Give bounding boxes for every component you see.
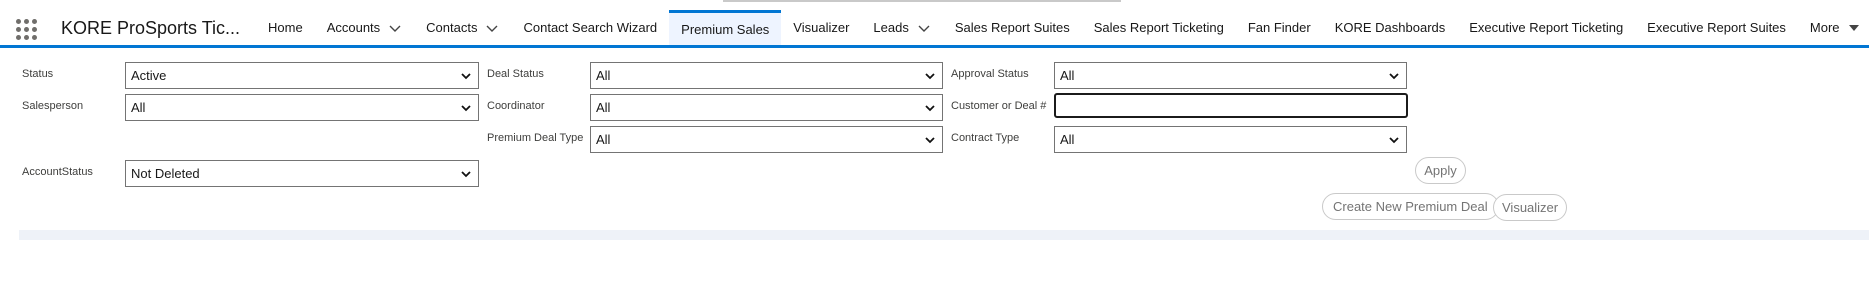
- tab-label: Contact Search Wizard: [523, 20, 658, 35]
- tab-kore-dashboards[interactable]: KORE Dashboards: [1323, 10, 1458, 45]
- tab-leads[interactable]: Leads: [861, 10, 942, 45]
- deal-status-select[interactable]: All: [590, 62, 943, 89]
- account-status-select[interactable]: Not Deleted: [125, 160, 479, 187]
- tab-label: Executive Report Ticketing: [1469, 20, 1624, 35]
- chevron-down-icon: [461, 171, 471, 178]
- tab-contacts[interactable]: Contacts: [414, 10, 511, 45]
- tab-label: More: [1809, 20, 1840, 35]
- chevron-down-icon[interactable]: [917, 21, 931, 35]
- deal-status-value: All: [596, 68, 611, 83]
- results-panel-top: [19, 230, 1869, 240]
- chevron-down-icon: [1389, 73, 1399, 80]
- premium-deal-type-value: All: [596, 132, 611, 147]
- tab-premium-sales[interactable]: Premium Sales: [669, 10, 782, 45]
- chevron-down-icon: [925, 137, 935, 144]
- tab-label: Fan Finder: [1247, 20, 1311, 35]
- chevron-down-icon: [461, 105, 471, 112]
- customer-or-deal-label: Customer or Deal #: [951, 100, 1047, 112]
- chevron-down-icon[interactable]: [485, 21, 499, 35]
- tab-contact-search-wizard[interactable]: Contact Search Wizard: [511, 10, 669, 45]
- app-launcher-icon[interactable]: [16, 19, 37, 40]
- coordinator-select[interactable]: All: [590, 94, 943, 121]
- global-nav-bar: KORE ProSports Tic... Home Accounts Cont…: [0, 0, 1869, 48]
- contract-type-label: Contract Type: [951, 132, 1020, 144]
- premium-deal-type-label: Premium Deal Type: [487, 132, 584, 144]
- premium-deal-type-select[interactable]: All: [590, 126, 943, 153]
- salesperson-label: Salesperson: [22, 100, 84, 112]
- tab-label: Sales Report Suites: [954, 20, 1070, 35]
- chevron-down-icon: [925, 73, 935, 80]
- status-label: Status: [22, 68, 54, 80]
- tab-executive-report-ticketing[interactable]: Executive Report Ticketing: [1457, 10, 1635, 45]
- tab-home[interactable]: Home: [256, 10, 315, 45]
- tab-more[interactable]: More: [1798, 10, 1869, 45]
- tab-label: Executive Report Suites: [1647, 20, 1786, 35]
- account-status-value: Not Deleted: [131, 166, 200, 181]
- tab-executive-report-suites[interactable]: Executive Report Suites: [1635, 10, 1798, 45]
- caret-down-icon: [1848, 24, 1859, 31]
- tab-label: KORE Dashboards: [1334, 20, 1446, 35]
- tab-label: Contacts: [426, 20, 478, 35]
- create-new-premium-deal-button[interactable]: Create New Premium Deal: [1322, 193, 1499, 220]
- account-status-label: AccountStatus: [22, 166, 93, 178]
- tab-fan-finder[interactable]: Fan Finder: [1236, 10, 1323, 45]
- app-name: KORE ProSports Tic...: [61, 18, 241, 38]
- approval-status-select[interactable]: All: [1054, 62, 1407, 89]
- coordinator-value: All: [596, 100, 611, 115]
- contract-type-value: All: [1060, 132, 1075, 147]
- tab-sales-report-suites[interactable]: Sales Report Suites: [943, 10, 1082, 45]
- chevron-down-icon: [925, 105, 935, 112]
- approval-status-value: All: [1060, 68, 1075, 83]
- status-value: Active: [131, 68, 167, 83]
- customer-or-deal-input[interactable]: [1054, 93, 1408, 118]
- approval-status-label: Approval Status: [951, 68, 1029, 80]
- nav-tabs: Home Accounts Contacts Contact Search Wi…: [256, 10, 1869, 45]
- tab-label: Visualizer: [793, 20, 850, 35]
- tab-label: Sales Report Ticketing: [1093, 20, 1224, 35]
- salesperson-value: All: [131, 100, 146, 115]
- chevron-down-icon: [1389, 137, 1399, 144]
- contract-type-select[interactable]: All: [1054, 126, 1407, 153]
- tab-accounts[interactable]: Accounts: [315, 10, 414, 45]
- tab-label: Leads: [873, 20, 909, 35]
- nav-notch: [723, 0, 1121, 2]
- chevron-down-icon: [461, 73, 471, 80]
- apply-button[interactable]: Apply: [1415, 157, 1466, 184]
- coordinator-label: Coordinator: [487, 100, 545, 112]
- tab-label: Accounts: [326, 20, 381, 35]
- visualizer-button[interactable]: Visualizer: [1493, 194, 1568, 221]
- tab-sales-report-ticketing[interactable]: Sales Report Ticketing: [1082, 10, 1236, 45]
- tab-label: Premium Sales: [681, 21, 770, 37]
- chevron-down-icon[interactable]: [388, 21, 402, 35]
- tab-visualizer[interactable]: Visualizer: [781, 10, 861, 45]
- salesperson-select[interactable]: All: [125, 94, 479, 121]
- deal-status-label: Deal Status: [487, 68, 544, 80]
- tab-label: Home: [268, 20, 303, 35]
- status-select[interactable]: Active: [125, 62, 479, 89]
